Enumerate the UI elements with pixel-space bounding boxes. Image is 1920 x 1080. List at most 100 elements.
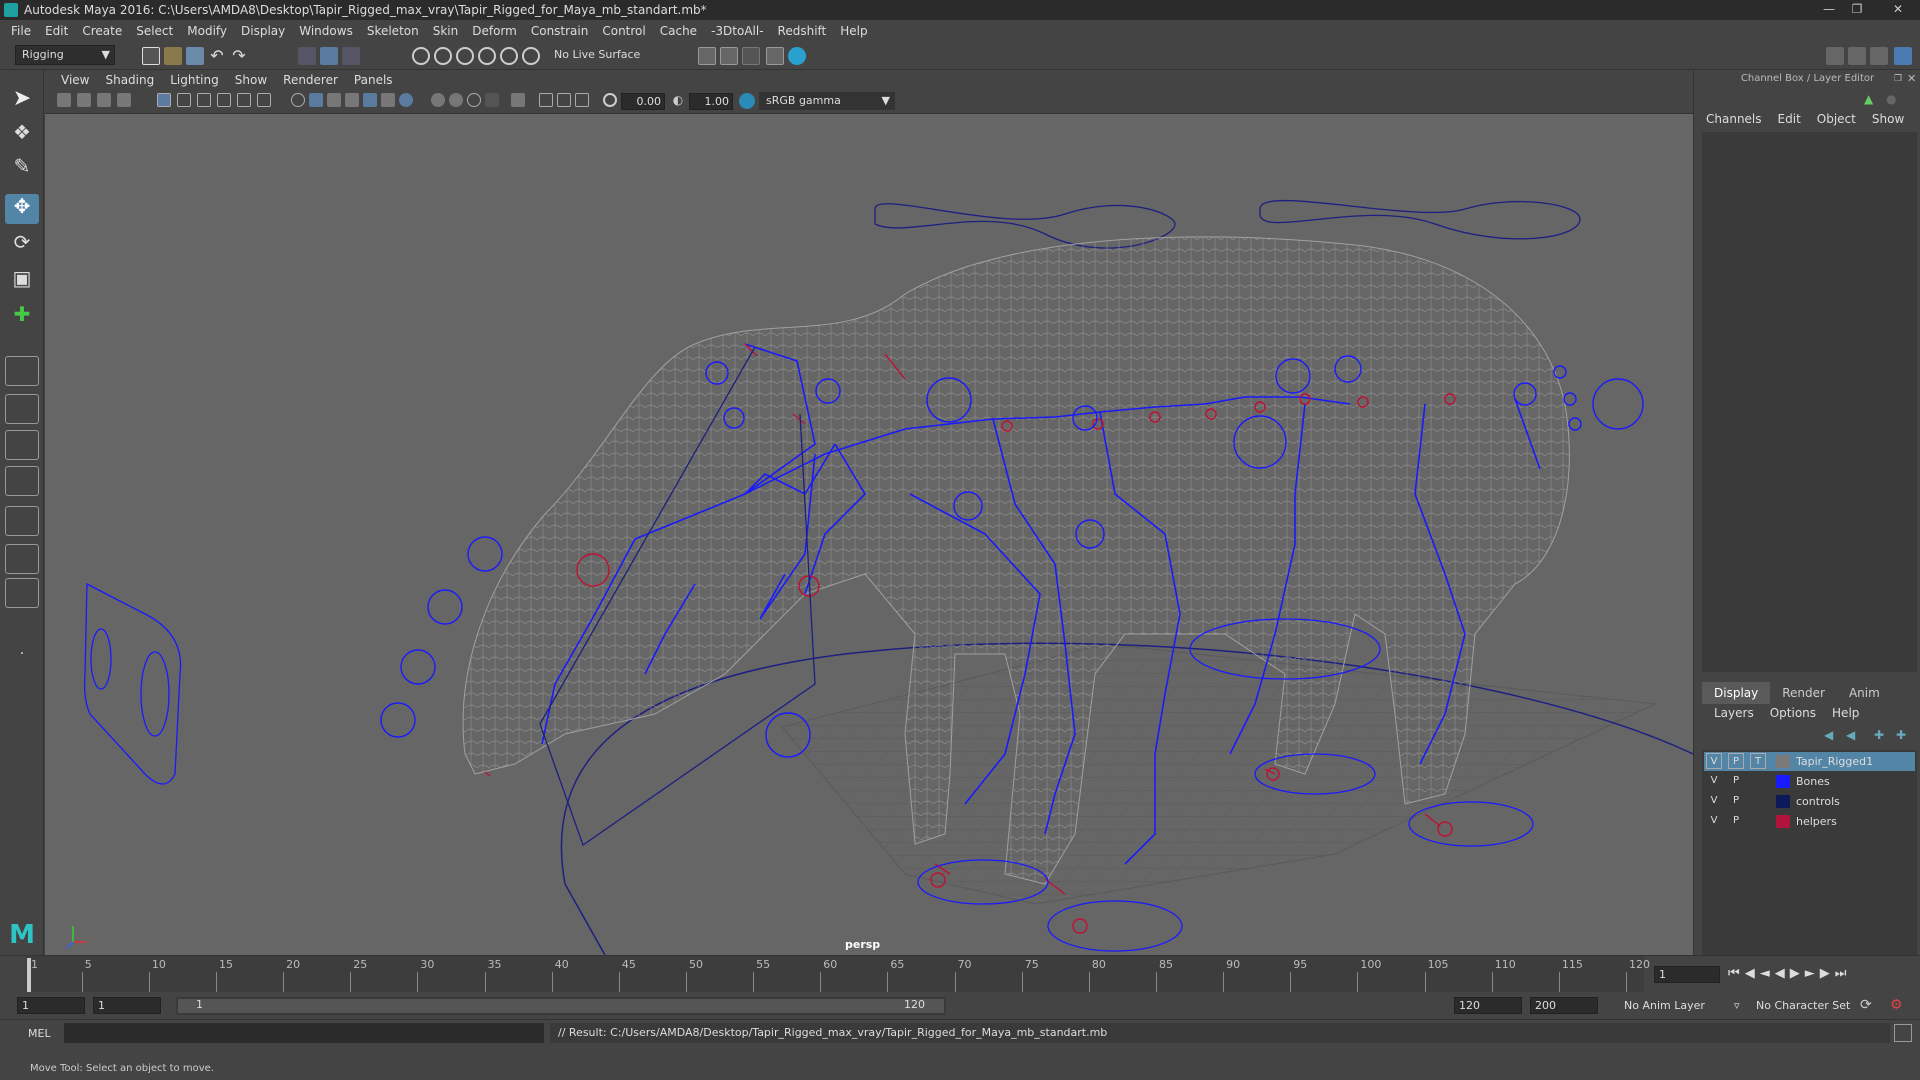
layer-menu-help[interactable]: Help [1832,706,1859,720]
gamma-icon[interactable]: ◐ [671,93,685,107]
render-current-icon[interactable] [720,47,738,65]
close-button[interactable]: ✕ [1880,0,1916,18]
snap-surface-icon[interactable] [500,47,518,65]
layer-template-toggle[interactable] [1750,813,1766,829]
modeling-toolkit-icon[interactable] [1826,47,1844,65]
snap-grid-icon[interactable] [412,47,430,65]
cb-menu-channels[interactable]: Channels [1706,112,1762,126]
rotate-tool-icon[interactable]: ⟳ [5,230,39,260]
range-slider[interactable]: 1 120 [176,997,946,1015]
color-management-icon[interactable] [739,93,755,109]
script-editor-icon[interactable] [1894,1024,1912,1042]
viewport-menu-renderer[interactable]: Renderer [275,73,346,87]
viewport-menu-panels[interactable]: Panels [346,73,401,87]
undo-icon[interactable]: ↶ [208,47,226,65]
outliner-layout-icon[interactable] [5,544,39,574]
bookmark-icon[interactable] [97,93,111,107]
scene-canvas[interactable] [45,114,1693,955]
select-object-icon[interactable] [320,47,338,65]
paint-select-tool-icon[interactable]: ✎ [5,154,39,184]
layer-row-bones[interactable]: V P Bones [1704,772,1915,791]
menu-redshift[interactable]: Redshift [771,20,834,42]
colorspace-dropdown[interactable]: sRGB gamma ▼ [759,92,895,110]
field-chart-icon[interactable] [237,93,251,107]
start-time-field[interactable]: 1 [17,997,85,1014]
viewport-panel[interactable]: View Shading Lighting Show Renderer Pane… [45,70,1693,955]
step-forward-icon[interactable]: ▶ [1820,966,1835,981]
xray-active-icon[interactable] [557,93,571,107]
default-material-icon[interactable] [327,93,341,107]
snap-vertex-icon[interactable] [522,47,540,65]
layer-visibility-toggle[interactable]: V [1706,773,1722,789]
lasso-tool-icon[interactable]: ❖ [5,120,39,150]
cb-menu-show[interactable]: Show [1872,112,1904,126]
go-to-start-icon[interactable]: ⏮ [1728,966,1745,981]
gamma-field[interactable]: 1.00 [689,93,733,110]
more-layouts-icon[interactable]: · [5,646,39,676]
new-scene-icon[interactable] [142,47,160,65]
layer-menu-options[interactable]: Options [1770,706,1816,720]
menu-modify[interactable]: Modify [180,20,234,42]
isolate-select-icon[interactable] [511,93,525,107]
script-language-label[interactable]: MEL [28,1027,51,1040]
grid-toggle-icon[interactable] [157,93,171,107]
move-layer-up-icon[interactable]: ◀ [1824,728,1833,742]
layer-visibility-toggle[interactable]: V [1706,793,1722,809]
minimize-button[interactable]: — [1816,0,1842,18]
exposure-field[interactable]: 0.00 [621,93,665,110]
new-layer-icon[interactable]: ✚ [1874,728,1884,742]
tab-display[interactable]: Display [1702,682,1771,704]
use-lights-icon[interactable] [381,93,395,107]
layer-color-swatch[interactable] [1776,775,1790,788]
nose-control[interactable] [83,582,182,785]
viewport-menu-show[interactable]: Show [227,73,275,87]
close-panel-icon[interactable]: ✕ [1907,72,1917,85]
menu-constrain[interactable]: Constrain [524,20,596,42]
time-ruler[interactable]: 1 5 10 15 20 25 30 35 40 45 50 55 60 65 70 75 80 85 90 95 10… [26,956,1650,992]
layer-playback-toggle[interactable]: P [1728,753,1744,769]
safe-action-icon[interactable] [257,93,271,107]
select-hierarchy-icon[interactable] [298,47,316,65]
layer-playback-toggle[interactable]: P [1728,813,1744,829]
scale-tool-icon[interactable]: ▣ [5,266,39,296]
layer-editor-icon[interactable]: ● [1886,92,1900,106]
layer-row-helpers[interactable]: V P helpers [1704,812,1915,831]
current-time-marker[interactable] [27,958,31,992]
layer-color-swatch[interactable] [1776,795,1790,808]
exposure-icon[interactable] [603,93,617,107]
new-layer-selected-icon[interactable]: ✚ [1896,728,1906,742]
preferences-icon[interactable]: ⚙ [1890,997,1908,1015]
render-settings-icon[interactable] [766,47,784,65]
menu-edit[interactable]: Edit [38,20,75,42]
layer-template-toggle[interactable] [1750,793,1766,809]
move-tool-icon[interactable]: ✥ [5,194,39,224]
render-view-icon[interactable] [698,47,716,65]
menuset-dropdown[interactable]: Rigging ▼ [15,45,115,65]
cb-menu-object[interactable]: Object [1817,112,1856,126]
hypershade-icon[interactable] [788,47,806,65]
tab-render[interactable]: Render [1770,682,1837,704]
menu-deform[interactable]: Deform [465,20,524,42]
restore-button[interactable]: ❐ [1844,0,1870,18]
last-tool-icon[interactable]: ✚ [5,302,39,332]
auto-key-icon[interactable]: ⟳ [1860,997,1878,1015]
channel-box-toggle-icon[interactable] [1894,47,1912,65]
tapir-mesh[interactable] [462,236,1570,885]
menu-display[interactable]: Display [234,20,292,42]
persp-outliner-layout-icon[interactable] [5,430,39,460]
menu-skin[interactable]: Skin [426,20,466,42]
layer-color-swatch[interactable] [1776,815,1790,828]
snap-curve-icon[interactable] [434,47,452,65]
world-control-curve-end[interactable] [564,883,606,955]
ipr-render-icon[interactable] [742,47,760,65]
layer-row-tapir[interactable]: V P T Tapir_Rigged1 [1704,752,1915,771]
playback-start-field[interactable]: 1 [93,997,161,1014]
float-panel-icon[interactable]: ❐ [1894,74,1904,84]
channel-box-icon[interactable]: ▲ [1864,92,1878,106]
open-scene-icon[interactable] [164,47,182,65]
viewport-menu-view[interactable]: View [53,73,97,87]
snap-point-icon[interactable] [456,47,474,65]
attribute-editor-icon[interactable] [1848,47,1866,65]
textured-icon[interactable] [345,93,359,107]
channel-box-area[interactable] [1702,132,1917,672]
